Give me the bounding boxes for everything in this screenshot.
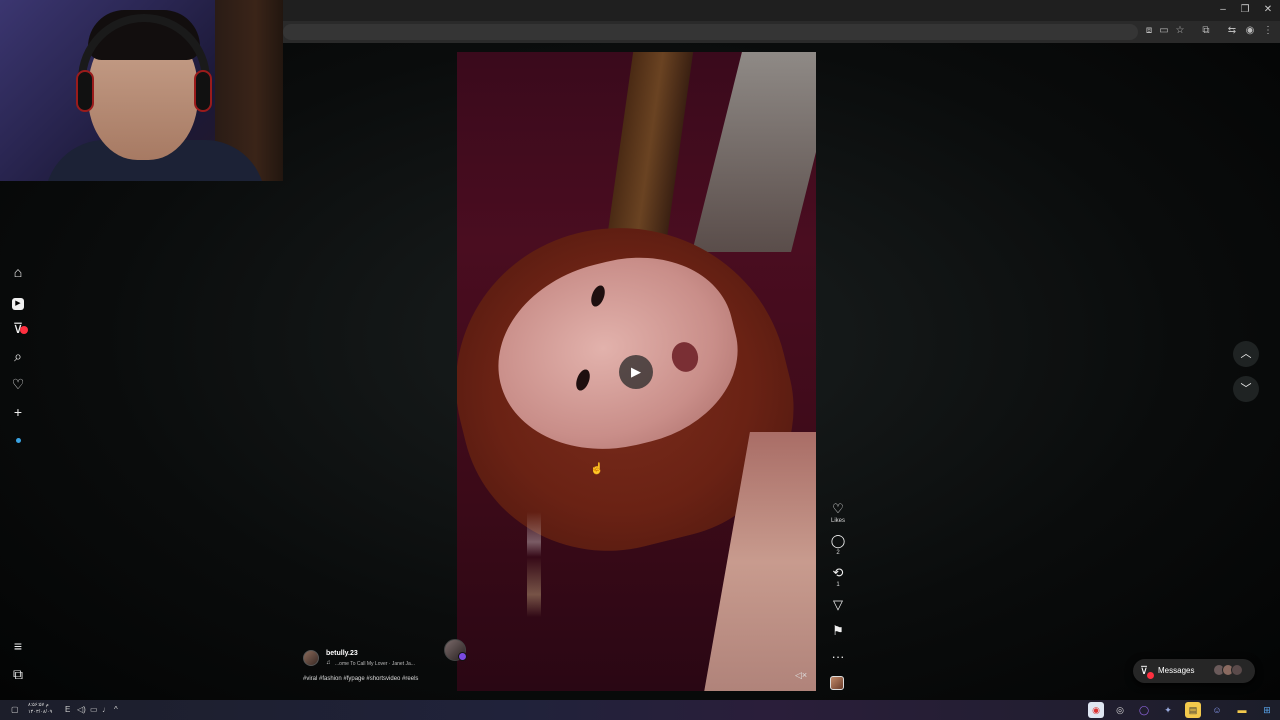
language-indicator[interactable]: E	[65, 705, 70, 714]
notification-center-icon[interactable]: ▢	[11, 705, 19, 714]
messages-badge	[1147, 672, 1154, 679]
profile-icon[interactable]	[16, 438, 21, 443]
cast-icon[interactable]: ▭	[1158, 25, 1170, 37]
webcam-overlay	[0, 0, 283, 181]
account-icon[interactable]: ◉	[1244, 25, 1256, 37]
webcam-headset-right-cup	[194, 70, 212, 112]
repost-icon[interactable]: ⟲	[829, 565, 847, 581]
start-icon[interactable]: ⊞	[1259, 702, 1275, 718]
search-icon[interactable]: ⌕	[8, 346, 28, 366]
microphone-icon[interactable]: ♩	[102, 705, 110, 714]
maximize-button[interactable]: ❐	[1238, 3, 1252, 17]
network-icon[interactable]: ▭	[90, 705, 98, 714]
next-reel-button[interactable]: ﹀	[1233, 376, 1259, 402]
discord-icon[interactable]: ☺	[1209, 702, 1225, 718]
messages-label: Messages	[1158, 666, 1195, 675]
comment-count: 2	[836, 550, 840, 556]
address-bar[interactable]	[283, 24, 1138, 40]
creator-badge-icon	[458, 652, 467, 661]
create-icon[interactable]: +	[8, 402, 28, 422]
browser-menu-icon[interactable]: ⋮	[1262, 25, 1274, 37]
extensions-icon[interactable]: ⧉	[1200, 25, 1212, 37]
obs-icon[interactable]: ◎	[1112, 702, 1128, 718]
show-hidden-icons-icon[interactable]: ^	[114, 705, 118, 714]
like-icon[interactable]: ♡	[829, 501, 847, 517]
play-button[interactable]: ▶	[619, 355, 653, 389]
translate-icon[interactable]: ⧈	[1143, 25, 1155, 37]
meta-apps-icon[interactable]: ⧉	[8, 664, 28, 684]
message-avatar	[1231, 664, 1243, 676]
twitch-icon[interactable]: ◯	[1136, 702, 1152, 718]
home-icon[interactable]: ⌂	[8, 262, 28, 282]
music-note-icon: ♫	[326, 660, 331, 666]
poster-username[interactable]: betully.23	[326, 650, 358, 657]
profile-switch-icon[interactable]: ⇆	[1226, 25, 1238, 37]
volume-icon[interactable]: ◁)	[77, 705, 86, 714]
chrome-icon[interactable]: ◉	[1088, 702, 1104, 718]
file-explorer-icon[interactable]: ▬	[1234, 702, 1250, 718]
comment-icon[interactable]: ◯	[829, 533, 847, 549]
audio-thumbnail[interactable]	[830, 676, 844, 690]
likes-label: Likes	[830, 518, 845, 524]
webcam-headset-left-cup	[76, 70, 94, 112]
mouse-cursor-icon: ☝	[590, 463, 604, 475]
previous-reel-button[interactable]: ︿	[1233, 341, 1259, 367]
more-options-icon[interactable]: ···	[829, 649, 847, 665]
messages-notification-badge	[20, 326, 28, 334]
save-icon[interactable]: ⚑	[829, 623, 847, 639]
poster-avatar[interactable]	[303, 650, 319, 666]
steam-icon[interactable]: ✦	[1160, 702, 1176, 718]
more-menu-icon[interactable]: ≡	[8, 636, 28, 656]
video-wall	[692, 52, 816, 252]
hashtags[interactable]: #viral #fashion #fypage #shortsvideo #re…	[303, 676, 418, 682]
song-title[interactable]: ...ome To Call My Lover · Janet Ja...	[335, 661, 415, 667]
share-icon[interactable]: ▽	[829, 597, 847, 613]
taskbar-clock[interactable]: م ۸:۵۶:۵۷ ۱۴۰۳/۰۸/۰۹	[28, 702, 52, 716]
reels-icon[interactable]: ▶	[8, 290, 28, 310]
bookmark-star-icon[interactable]: ☆	[1174, 25, 1186, 37]
repost-count: 1	[836, 582, 840, 588]
notifications-icon[interactable]: ♡	[8, 374, 28, 394]
mute-icon[interactable]: ◁×	[795, 670, 807, 682]
video-lights	[527, 512, 541, 662]
close-window-button[interactable]: ✕	[1261, 3, 1275, 17]
minimize-button[interactable]: –	[1216, 3, 1230, 17]
app-icon[interactable]: ▤	[1185, 702, 1201, 718]
